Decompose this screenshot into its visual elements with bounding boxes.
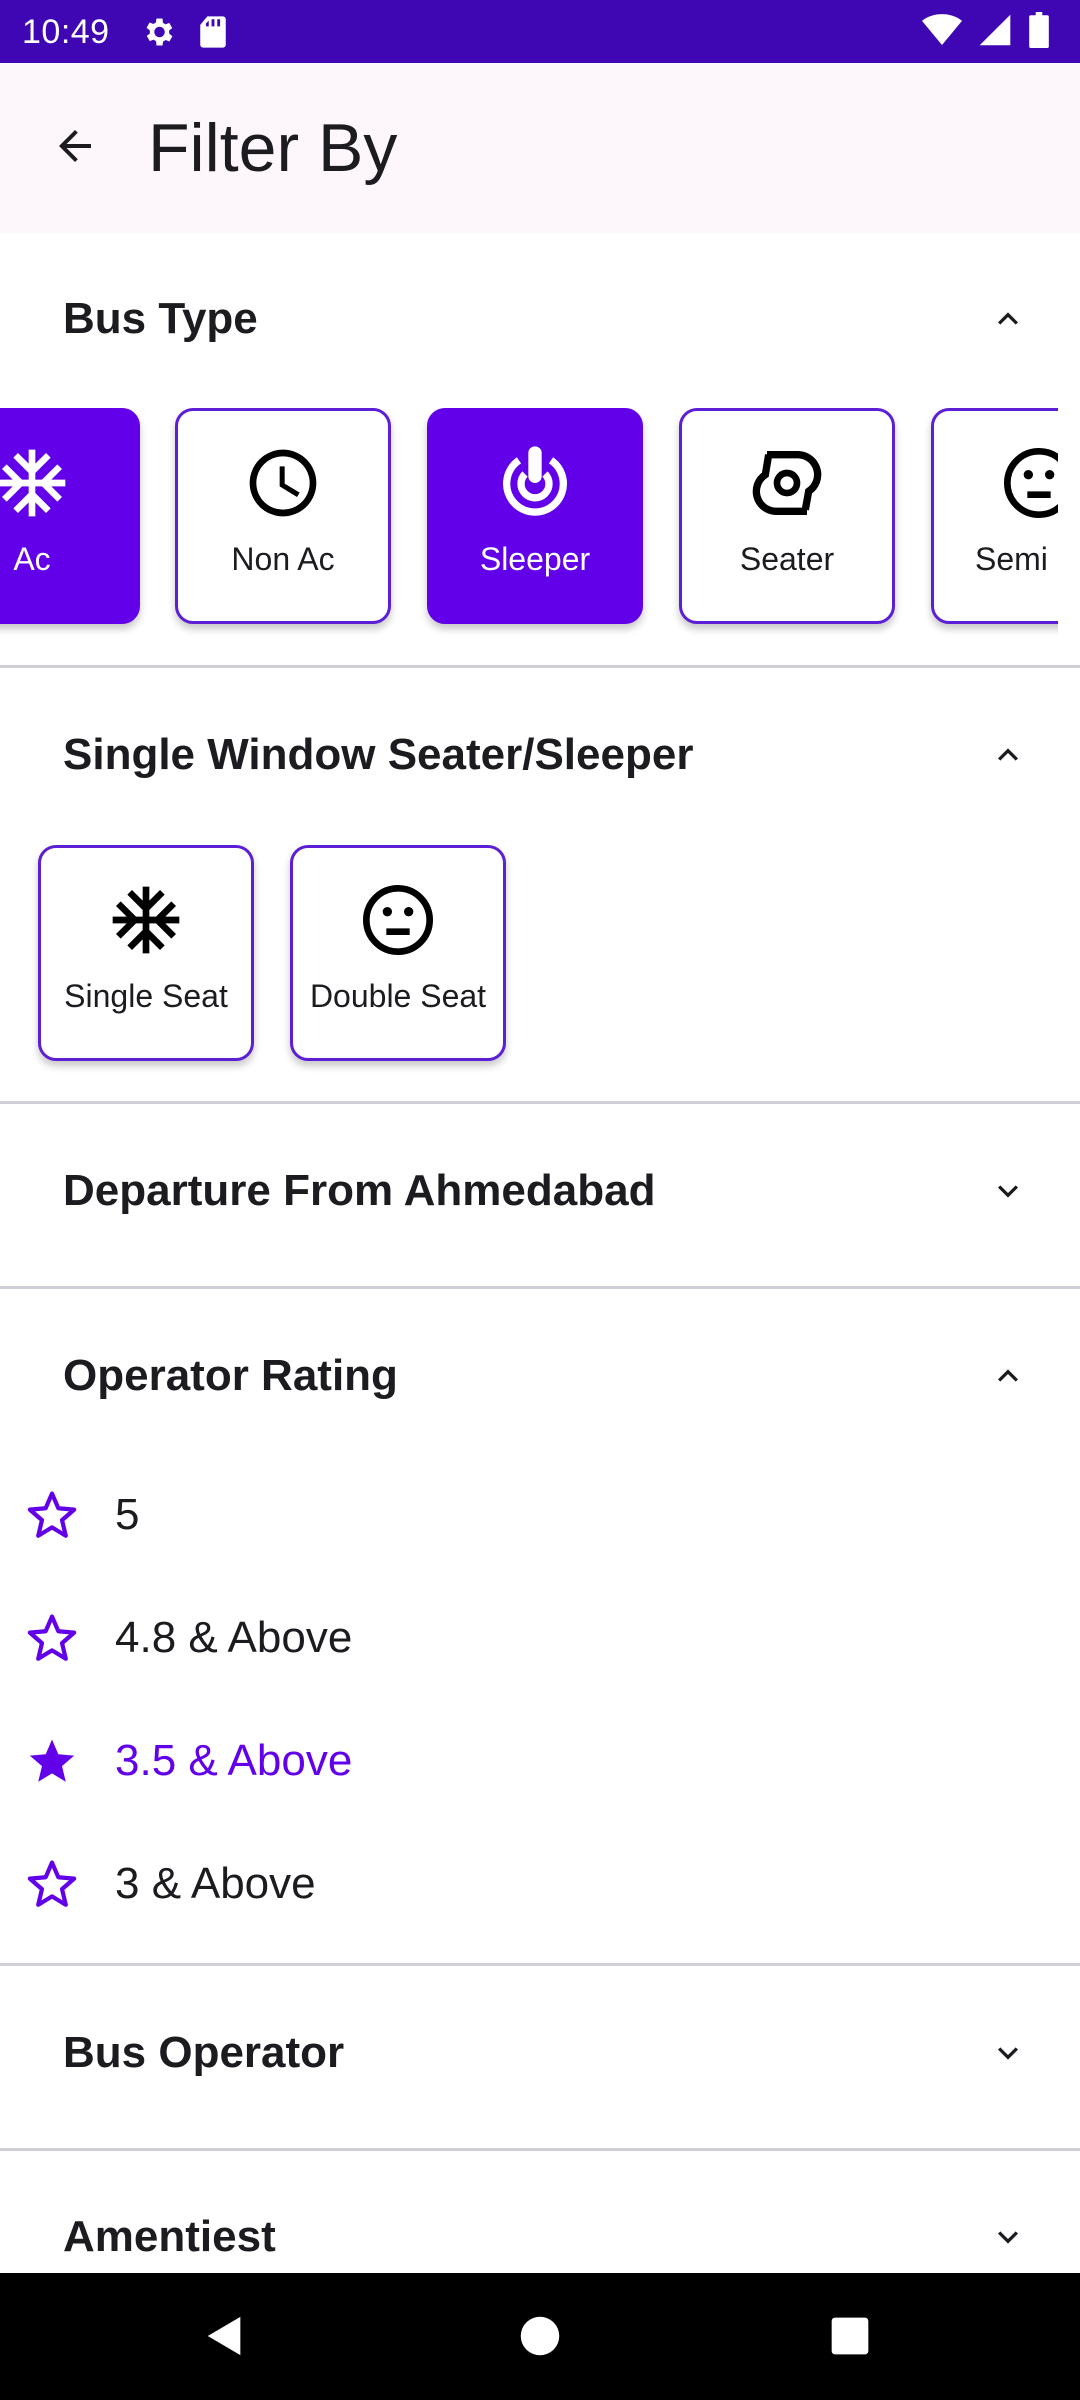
chip-semi-sleeper[interactable]: Semi Sle [931,408,1058,624]
square-recents-icon [830,2316,870,2361]
section-title: Departure From Ahmedabad [63,1166,656,1215]
rating-label: 4.8 & Above [115,1613,353,1662]
wifi-icon [922,13,962,52]
star-outline-icon [24,1856,80,1912]
rating-option-5[interactable]: 5 [0,1463,1080,1563]
arrow-back-icon [51,122,99,175]
section-title: Operator Rating [63,1351,398,1400]
star-filled-icon [24,1733,80,1789]
rating-label: 3 & Above [115,1859,316,1908]
star-outline-icon [24,1610,80,1666]
chevron-down-icon [984,2213,1032,2261]
chip-label: Ac [13,541,51,577]
chip-double-seat[interactable]: Double Seat [290,845,506,1061]
rating-label: 3.5 & Above [115,1736,353,1785]
asterisk-icon [104,878,188,962]
divider [0,2148,1080,2151]
battery-icon [1028,12,1050,53]
rating-option-3[interactable]: 3 & Above [0,1832,1080,1932]
chip-label: Sleeper [479,541,591,577]
single-window-chip-row[interactable]: Single Seat Double Seat [0,845,1058,1075]
section-header-single-window[interactable]: Single Window Seater/Sleeper [0,699,1080,809]
neutral-face-icon [997,441,1058,525]
bus-type-chip-row[interactable]: Ac Non Ac Sleeper Seater Semi Sle [0,408,1058,638]
section-title: Single Window Seater/Sleeper [63,730,694,779]
chip-seater[interactable]: Seater [679,408,895,624]
clock-icon [241,441,325,525]
chip-label: Non Ac [231,541,335,577]
sleeper-icon [493,441,577,525]
snowflake-icon [0,441,74,525]
triangle-back-icon [202,2313,248,2364]
chip-label: Single Seat [64,978,228,1014]
page-title: Filter By [148,110,398,186]
status-time: 10:49 [22,13,110,51]
divider [0,665,1080,668]
signal-icon [978,13,1012,52]
divider [0,1101,1080,1104]
rating-option-3-5[interactable]: 3.5 & Above [0,1709,1080,1809]
chevron-down-icon [984,1167,1032,1215]
star-outline-icon [24,1487,80,1543]
chip-sleeper[interactable]: Sleeper [427,408,643,624]
nav-back-button[interactable] [190,2303,260,2373]
section-header-bus-operator[interactable]: Bus Operator [0,1997,1080,2107]
status-bar: 10:49 [0,0,1080,63]
chip-single-seat[interactable]: Single Seat [38,845,254,1061]
chip-non-ac[interactable]: Non Ac [175,408,391,624]
chip-ac[interactable]: Ac [0,408,140,624]
section-title: Bus Type [63,294,258,343]
section-title: Amentiest [63,2212,276,2261]
app-bar: Filter By [0,63,1080,233]
nav-recents-button[interactable] [815,2303,885,2373]
rating-label: 5 [115,1490,140,1539]
system-nav-bar [0,2273,1080,2400]
divider [0,1963,1080,1966]
section-header-amenities[interactable]: Amentiest [0,2181,1080,2273]
chevron-up-icon [984,295,1032,343]
chevron-up-icon [984,731,1032,779]
nav-home-button[interactable] [505,2303,575,2373]
rating-option-4-8[interactable]: 4.8 & Above [0,1586,1080,1686]
chip-label: Semi Sle [974,541,1058,577]
section-header-operator-rating[interactable]: Operator Rating [0,1320,1080,1430]
chevron-up-icon [984,1352,1032,1400]
seat-icon [745,441,829,525]
back-button[interactable] [40,113,110,183]
chevron-down-icon [984,2029,1032,2077]
divider [0,1286,1080,1289]
circle-home-icon [519,2315,561,2362]
section-header-departure[interactable]: Departure From Ahmedabad [0,1135,1080,1245]
section-header-bus-type[interactable]: Bus Type [0,263,1080,373]
chip-label: Double Seat [309,978,487,1014]
section-title: Bus Operator [63,2028,345,2077]
chip-label: Seater [739,541,835,577]
neutral-face-icon [356,878,440,962]
filter-content[interactable]: Bus Type Ac Non Ac Sleeper Seater Semi S… [0,233,1080,2273]
gear-icon [140,14,176,55]
sd-card-icon [198,15,228,54]
